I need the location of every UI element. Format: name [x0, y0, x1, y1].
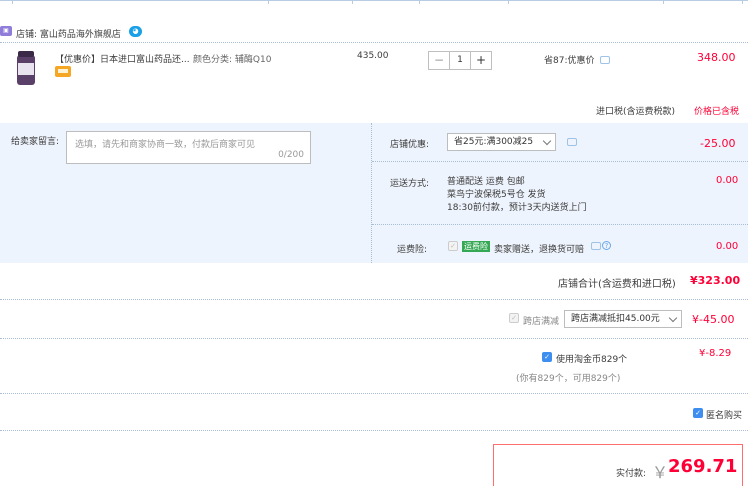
product-title-link[interactable]: 【优惠价】日本进口富山药品还... [55, 52, 190, 65]
pay-label: 实付款: [616, 469, 647, 479]
cross-store-option: 跨店满减抵扣45.00元 [571, 314, 660, 324]
chevron-down-icon [542, 136, 552, 146]
shop-discount-select[interactable]: 省25元:满300减25 [447, 133, 556, 151]
insurance-value: 0.00 [716, 241, 739, 252]
shop-total-value: ¥323.00 [690, 274, 741, 287]
divider [0, 338, 748, 339]
shop-label: 店铺: [16, 30, 38, 40]
divider [0, 393, 748, 394]
cross-store-checkbox[interactable]: ✓ [509, 313, 519, 323]
help-icon[interactable]: ? [602, 241, 611, 250]
discount-note: 省87:优惠价 [544, 56, 595, 66]
message-placeholder: 选填，请先和商家协商一致，付款后商家可见 [75, 140, 256, 150]
shop-discount-value: -25.00 [700, 137, 736, 150]
message-count: 0/200 [278, 150, 304, 160]
shop-name-link[interactable]: 富山药品海外旗舰店 [40, 30, 121, 40]
increase-button[interactable]: + [471, 52, 491, 69]
message-label: 给卖家留言: [11, 137, 60, 147]
product-attr: 颜色分类: 辅酶Q10 [193, 52, 271, 65]
shipping-line-2: 菜鸟宁波保税5号仓 发货 [447, 190, 546, 200]
message-textarea[interactable]: 选填，请先和商家协商一致，付款后商家可见 0/200 [66, 131, 311, 164]
attr-value: 辅酶Q10 [234, 55, 272, 65]
shipping-line-1: 普通配送 运费 包邮 [447, 177, 525, 187]
taojinbi-value: ¥-8.29 [699, 348, 732, 359]
taojinbi-note: (你有829个，可用829个) [516, 374, 621, 384]
shop-discount-label: 店铺优惠: [390, 140, 430, 150]
shipping-label: 运送方式: [390, 179, 430, 189]
cross-store-label: 跨店满减 [523, 317, 560, 327]
insurance-tag: 运费险 [462, 241, 490, 252]
chevron-down-icon [668, 313, 678, 323]
comment-icon[interactable] [591, 242, 601, 250]
insurance-label: 运费险: [397, 245, 428, 255]
import-tax-value: 价格已含税 [694, 107, 740, 117]
taojinbi-label: 使用淘金币829个 [556, 355, 628, 365]
comment-icon[interactable] [567, 138, 577, 146]
divider [0, 430, 748, 431]
shipping-details: 普通配送 运费 包邮 菜鸟宁波保税5号仓 发货 18:30前付款，预计3天内送货… [447, 176, 587, 215]
shop-icon: ▣ [0, 26, 12, 36]
item-subtotal: 348.00 [697, 51, 736, 64]
unit-price: 435.00 [357, 51, 389, 61]
quantity-input[interactable]: 1 [449, 52, 471, 69]
shipping-line-3: 18:30前付款，预计3天内送货上门 [447, 203, 587, 213]
comment-icon[interactable] [600, 56, 610, 64]
taojinbi-checkbox[interactable]: ✓ [542, 352, 552, 362]
pay-amount: 269.71 [668, 456, 738, 477]
decrease-button[interactable]: − [429, 52, 449, 69]
cross-store-select[interactable]: 跨店满减抵扣45.00元 [564, 310, 682, 328]
shop-label-row: 店铺: 富山药品海外旗舰店 [16, 27, 121, 40]
anonymous-checkbox[interactable]: ✓ [693, 408, 703, 418]
shop-discount-option: 省25元:满300减25 [454, 137, 534, 147]
shipping-value: 0.00 [716, 175, 739, 186]
card-badge-icon [55, 66, 71, 77]
import-tax-label: 进口税(含运费税款) [596, 107, 676, 117]
top-header-divider [0, 0, 748, 4]
pay-currency: ￥ [652, 463, 669, 482]
attr-label: 颜色分类: [193, 55, 233, 65]
insurance-text: 卖家赠送，退换货可赔 [494, 245, 585, 255]
shop-total-label: 店铺合计(含运费和进口税) [558, 279, 676, 290]
divider [0, 42, 748, 43]
quantity-stepper[interactable]: − 1 + [428, 51, 492, 70]
product-thumbnail[interactable] [11, 49, 41, 87]
anonymous-label: 匿名购买 [706, 411, 743, 421]
wangwang-chat-icon[interactable]: ◕ [129, 26, 142, 37]
divider [0, 299, 748, 300]
cross-store-value: ¥-45.00 [692, 313, 735, 326]
insurance-checkbox[interactable]: ✓ [448, 241, 458, 251]
